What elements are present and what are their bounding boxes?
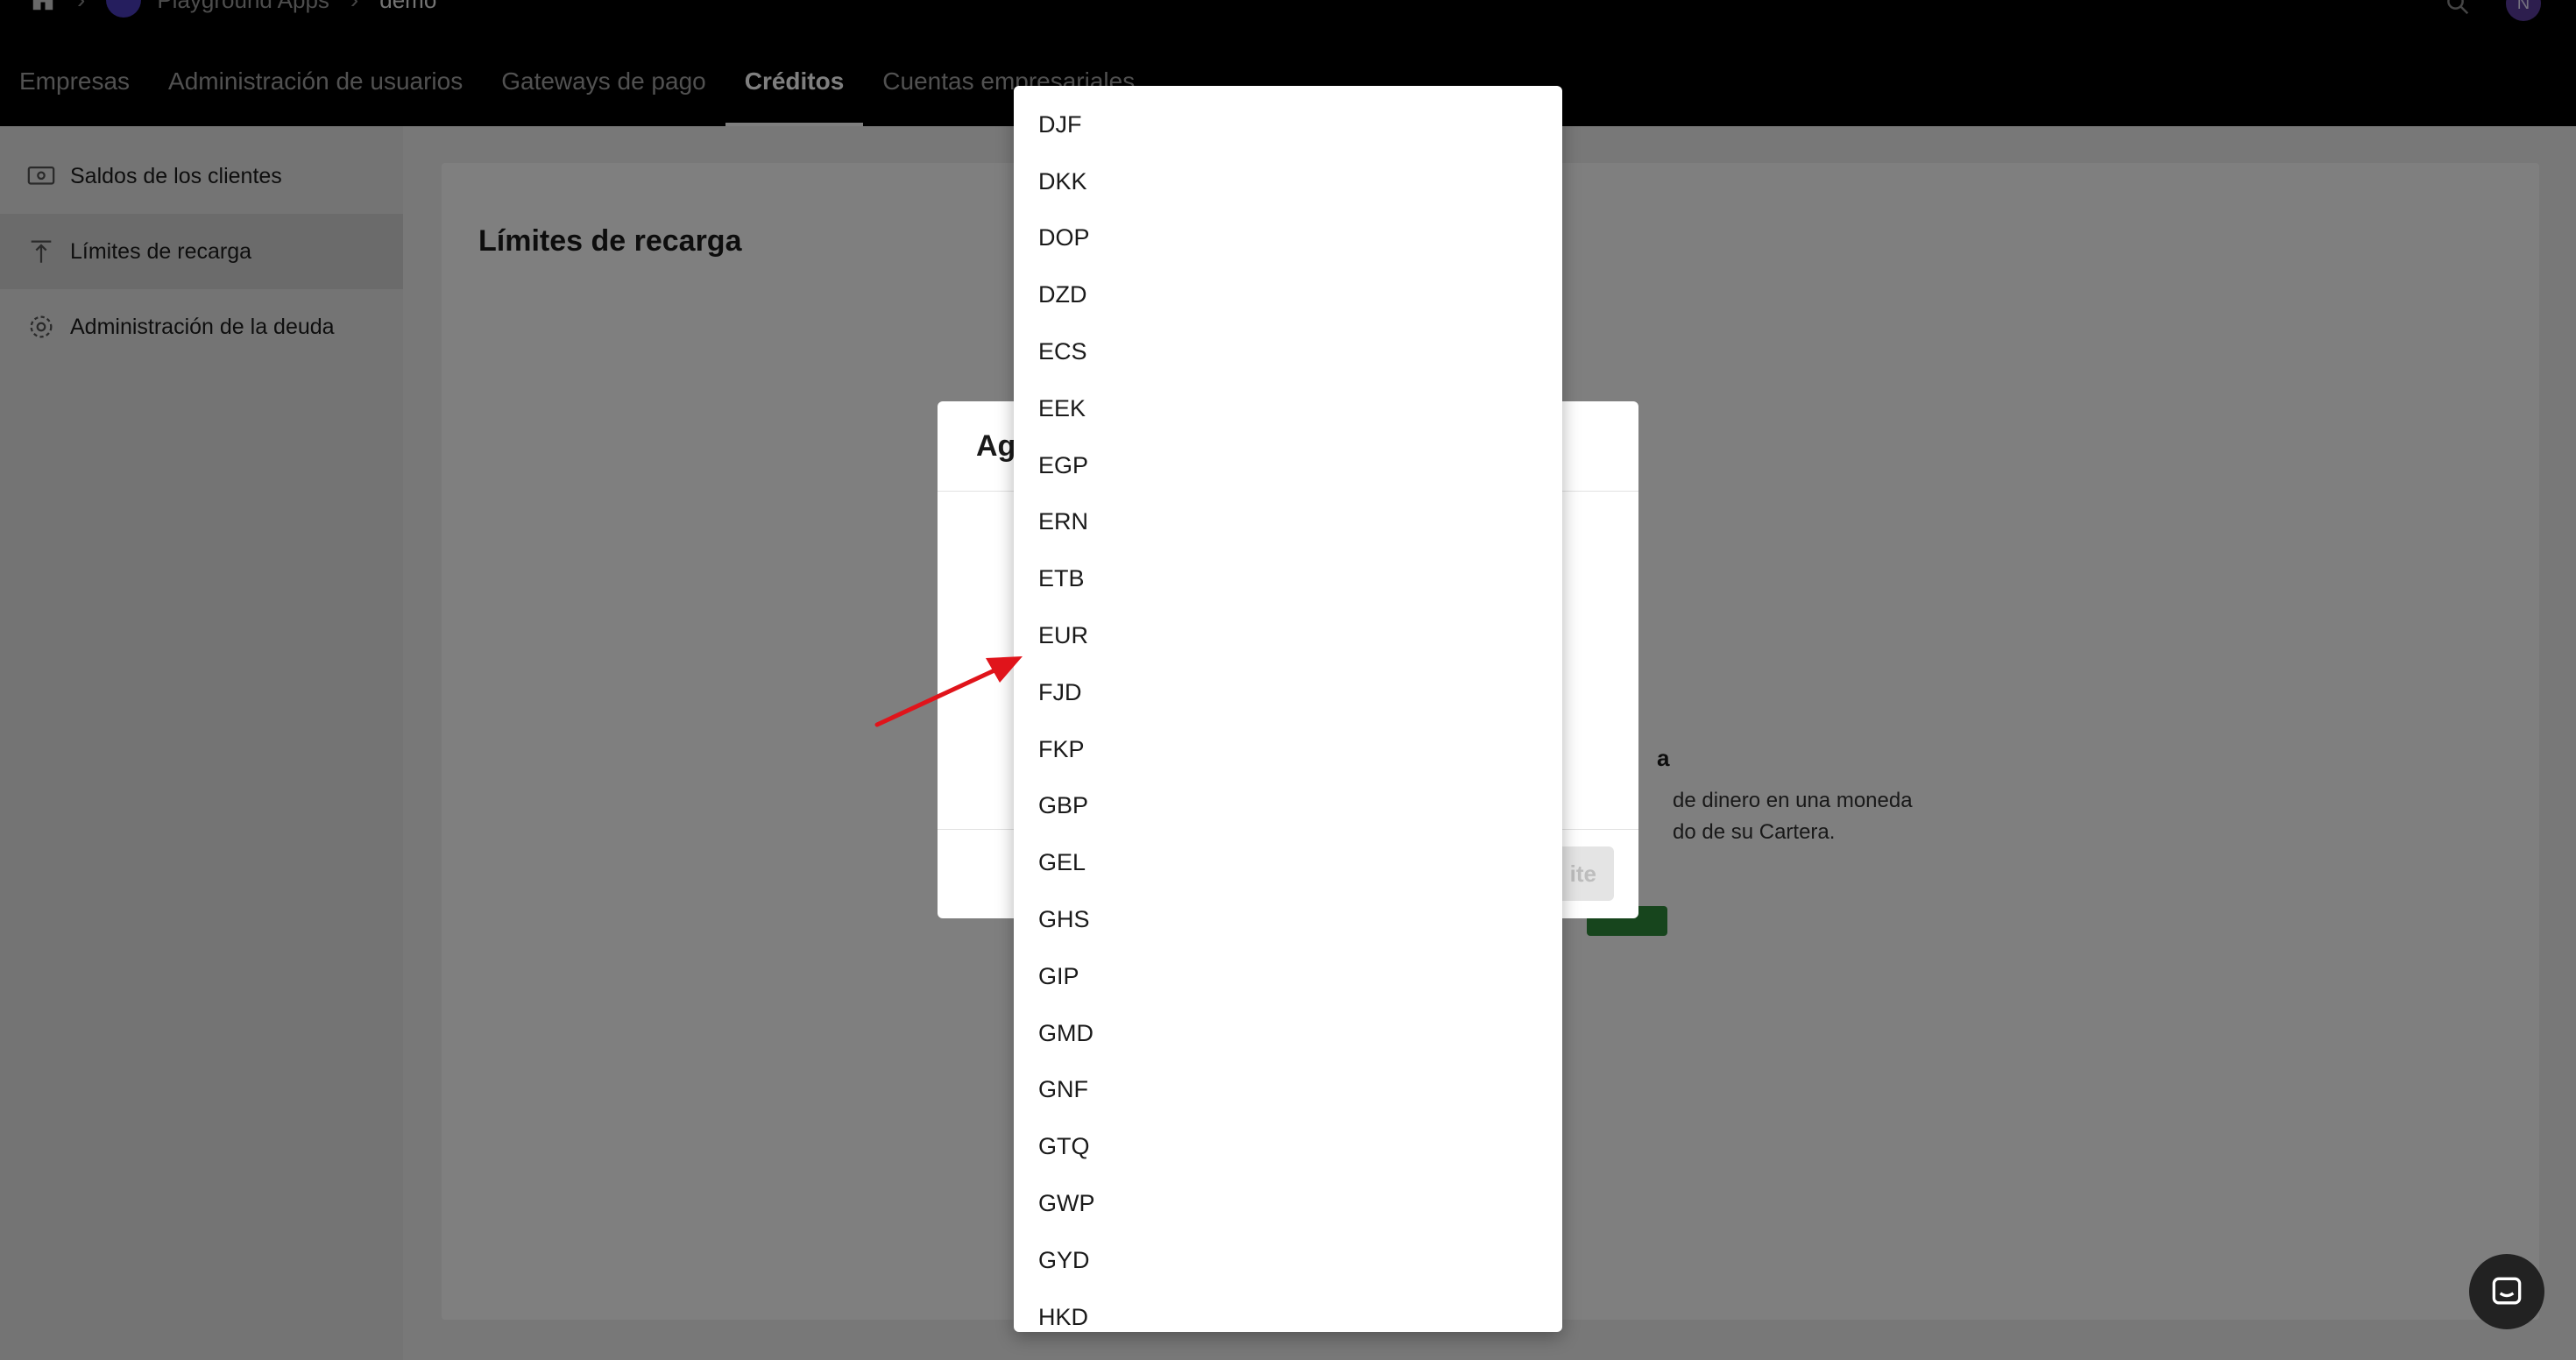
- currency-option[interactable]: ECS: [1014, 323, 1562, 380]
- currency-option[interactable]: GIP: [1014, 948, 1562, 1005]
- currency-option[interactable]: DKK: [1014, 153, 1562, 210]
- currency-option[interactable]: GYD: [1014, 1232, 1562, 1289]
- chat-icon: [2492, 1277, 2522, 1305]
- currency-option[interactable]: HKD: [1014, 1289, 1562, 1332]
- currency-option[interactable]: GWP: [1014, 1175, 1562, 1232]
- currency-option[interactable]: FKP: [1014, 721, 1562, 778]
- currency-option[interactable]: GTQ: [1014, 1118, 1562, 1175]
- modal-title: Ag: [976, 429, 1016, 463]
- currency-option[interactable]: DJF: [1014, 96, 1562, 153]
- currency-option[interactable]: GEL: [1014, 834, 1562, 891]
- currency-option[interactable]: FJD: [1014, 664, 1562, 721]
- annotation-arrow-icon: [874, 656, 1023, 727]
- currency-option[interactable]: DOP: [1014, 210, 1562, 267]
- chat-launcher-button[interactable]: [2469, 1254, 2544, 1329]
- currency-option[interactable]: ETB: [1014, 550, 1562, 607]
- currency-option[interactable]: GBP: [1014, 778, 1562, 835]
- currency-option[interactable]: DZD: [1014, 266, 1562, 323]
- submit-label: ite: [1569, 860, 1596, 887]
- currency-option[interactable]: GMD: [1014, 1005, 1562, 1062]
- currency-option-eur[interactable]: EUR: [1014, 607, 1562, 664]
- currency-option[interactable]: GNF: [1014, 1062, 1562, 1119]
- currency-option[interactable]: ERN: [1014, 494, 1562, 551]
- currency-dropdown[interactable]: DJF DKK DOP DZD ECS EEK EGP ERN ETB EUR …: [1014, 86, 1562, 1332]
- currency-option[interactable]: EEK: [1014, 380, 1562, 437]
- currency-option[interactable]: EGP: [1014, 437, 1562, 494]
- currency-option[interactable]: GHS: [1014, 891, 1562, 948]
